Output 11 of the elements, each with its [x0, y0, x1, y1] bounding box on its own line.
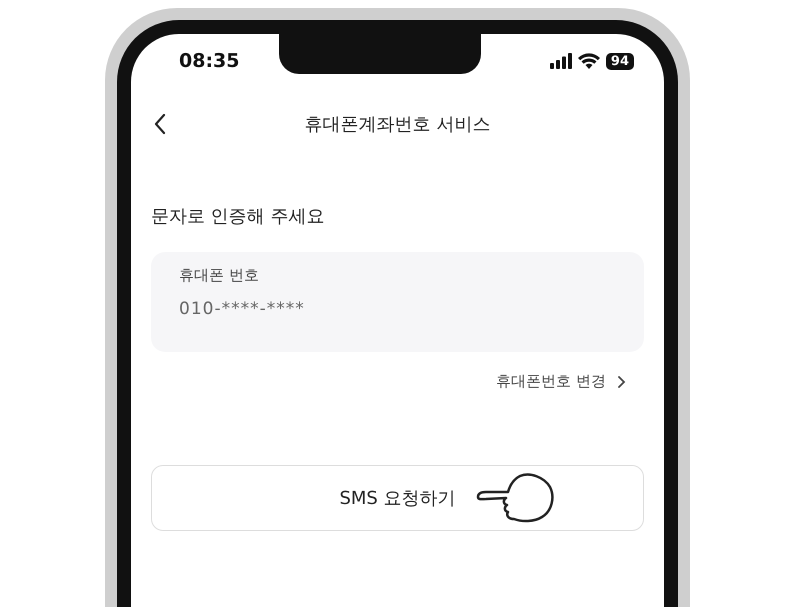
signal-icon	[550, 53, 572, 69]
heading: 문자로 인증해 주세요	[151, 205, 326, 228]
sms-request-button[interactable]: SMS 요청하기	[151, 465, 644, 531]
battery-level: 94	[606, 52, 634, 70]
chevron-right-icon	[616, 374, 626, 388]
phone-number-field[interactable]: 휴대폰 번호 010-****-****	[151, 252, 644, 352]
change-number-link[interactable]: 휴대폰번호 변경	[496, 372, 626, 391]
wifi-icon	[578, 53, 600, 69]
status-time: 08:35	[179, 50, 240, 72]
page-title: 휴대폰계좌번호 서비스	[304, 113, 490, 136]
back-icon[interactable]	[153, 113, 167, 135]
